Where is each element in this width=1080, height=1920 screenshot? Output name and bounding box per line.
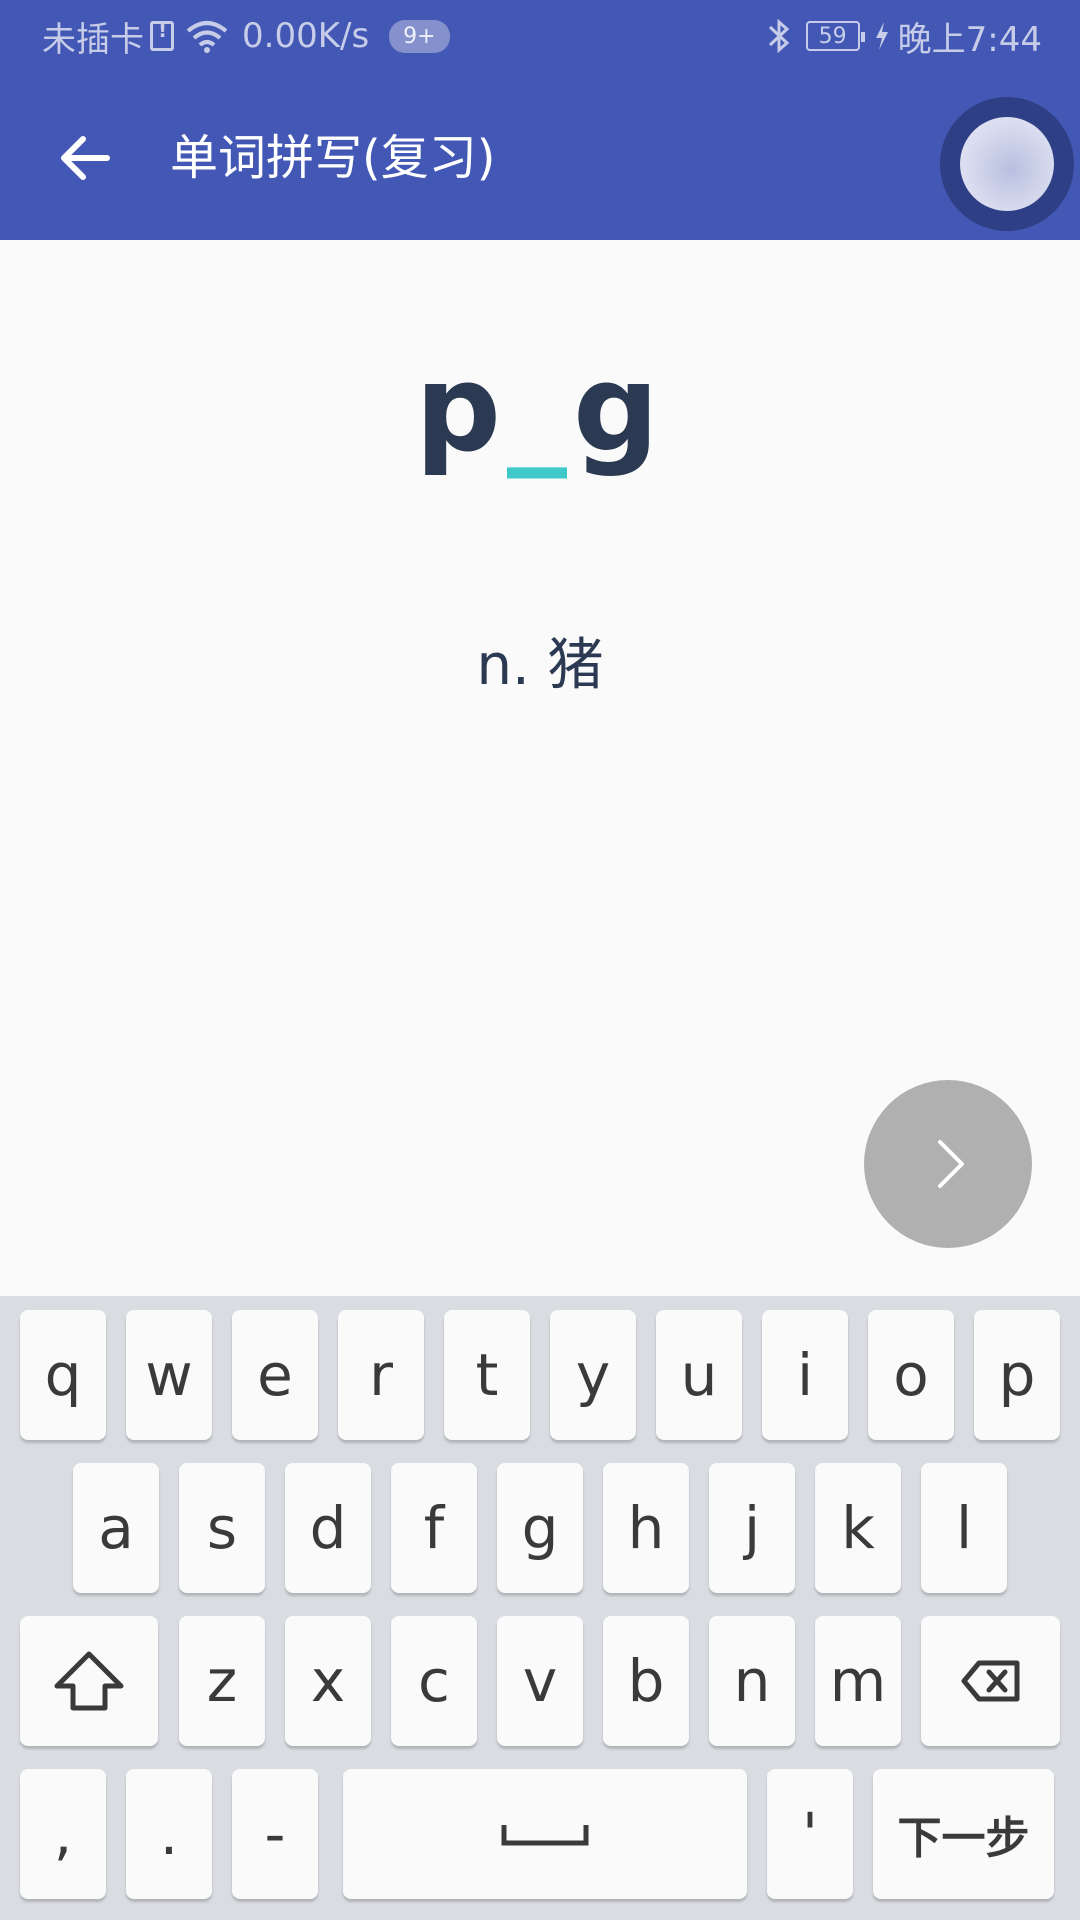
backspace-key[interactable] [921,1616,1060,1746]
key-o[interactable]: o [868,1310,954,1440]
sim-alert-icon [150,18,174,51]
back-button[interactable] [50,123,120,193]
chevron-right-icon [938,1140,964,1188]
space-key[interactable] [343,1769,747,1899]
key-comma[interactable]: , [20,1769,106,1899]
network-speed: 0.00K/s [242,16,370,56]
key-a[interactable]: a [73,1463,159,1593]
next-step-key[interactable]: 下一步 [873,1769,1054,1899]
word-prefix: p [415,340,507,479]
key-apostrophe[interactable]: ' [767,1769,853,1899]
page-title: 单词拼写(复习) [170,130,496,186]
status-left: 未插卡 0.00K/s 9+ [42,14,450,60]
battery-indicator: 59 [805,21,865,51]
shift-arrow-icon [54,1651,124,1711]
carrier-text: 未插卡 [42,19,144,60]
key-t[interactable]: t [444,1310,530,1440]
key-h[interactable]: h [603,1463,689,1593]
bluetooth-icon [768,18,789,54]
status-bar: 未插卡 0.00K/s 9+ 59 晚上7:44 [0,0,1080,73]
key-i[interactable]: i [762,1310,848,1440]
key-s[interactable]: s [179,1463,265,1593]
key-v[interactable]: v [497,1616,583,1746]
key-j[interactable]: j [709,1463,795,1593]
status-right: 59 晚上7:44 [766,14,1042,60]
key-u[interactable]: u [656,1310,742,1440]
wifi-icon [186,21,228,53]
soft-keyboard: q w e r t y u i o p a s d f g h j k l z … [0,1296,1080,1920]
charging-bolt-icon [875,22,888,50]
key-f[interactable]: f [391,1463,477,1593]
clock: 晚上7:44 [897,19,1042,60]
space-bar-icon [501,1825,589,1846]
key-n[interactable]: n [709,1616,795,1746]
key-dash[interactable]: - [232,1769,318,1899]
key-b[interactable]: b [603,1616,689,1746]
next-button[interactable] [864,1080,1032,1248]
notification-badge: 9+ [389,19,450,53]
key-e[interactable]: e [232,1310,318,1440]
floating-ball-inner [960,117,1054,211]
floating-assistive-ball[interactable] [940,97,1074,231]
key-p[interactable]: p [974,1310,1060,1440]
spelling-word: p_g [0,340,1080,479]
key-r[interactable]: r [338,1310,424,1440]
word-meaning: n. 猪 [476,633,604,698]
key-x[interactable]: x [285,1616,371,1746]
backspace-icon [961,1660,1019,1702]
app-bar: 单词拼写(复习) [0,73,1080,240]
key-k[interactable]: k [815,1463,901,1593]
arrow-left-icon [61,136,110,180]
key-m[interactable]: m [815,1616,901,1746]
key-w[interactable]: w [126,1310,212,1440]
key-g[interactable]: g [497,1463,583,1593]
key-c[interactable]: c [391,1616,477,1746]
key-q[interactable]: q [20,1310,106,1440]
word-suffix: g [573,340,665,479]
key-l[interactable]: l [921,1463,1007,1593]
key-d[interactable]: d [285,1463,371,1593]
key-period[interactable]: . [126,1769,212,1899]
word-blank[interactable]: _ [507,340,573,479]
shift-key[interactable] [20,1616,158,1746]
key-y[interactable]: y [550,1310,636,1440]
key-z[interactable]: z [179,1616,265,1746]
